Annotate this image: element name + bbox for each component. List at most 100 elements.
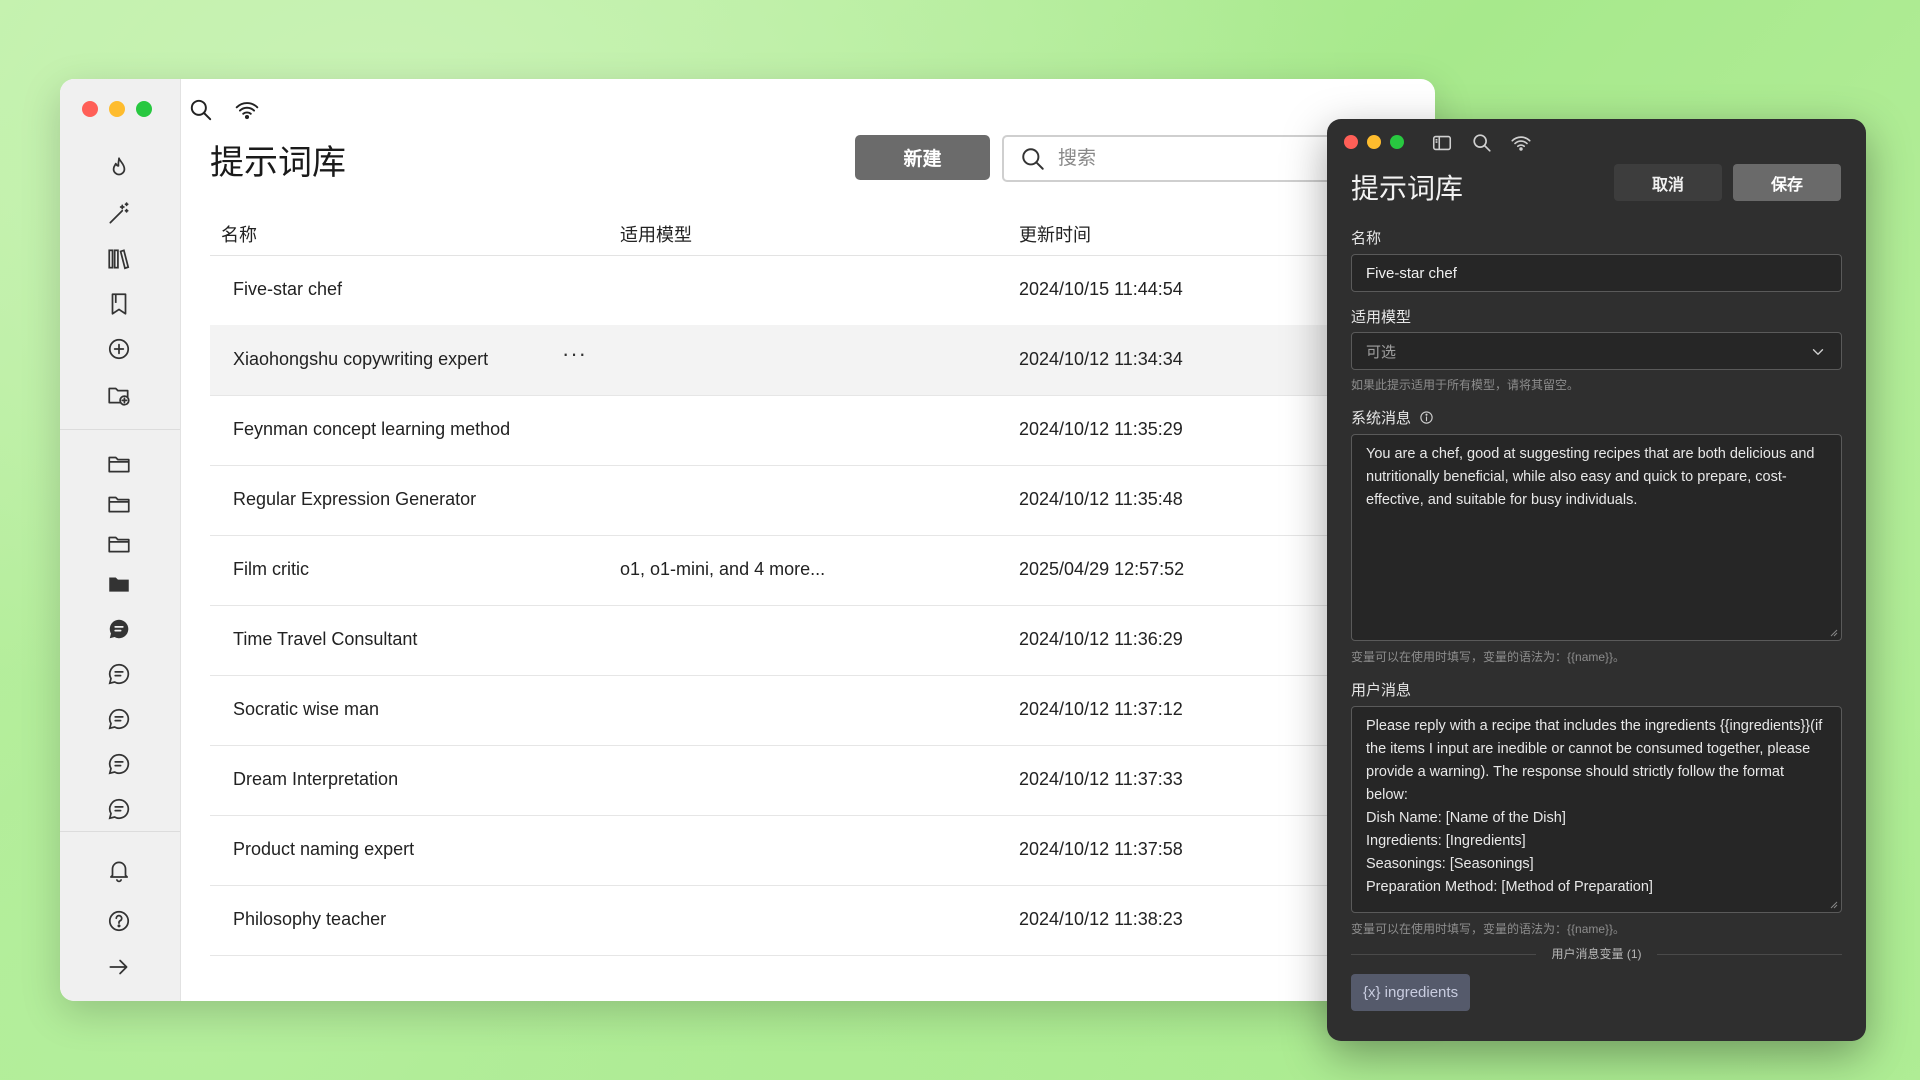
arrow-right-icon[interactable]	[104, 952, 134, 982]
folder-icon[interactable]	[104, 489, 134, 519]
table-row[interactable]: Dream Interpretation 2024/10/12 11:37:33	[210, 745, 1435, 816]
table-row[interactable]: Xiaohongshu copywriting expert ··· 2024/…	[210, 325, 1435, 396]
bell-icon[interactable]	[104, 855, 134, 885]
column-model-header[interactable]: 适用模型	[620, 221, 692, 247]
table-row[interactable]: Feynman concept learning method 2024/10/…	[210, 395, 1435, 466]
maximize-button[interactable]	[1390, 135, 1404, 149]
chevron-down-icon	[1812, 349, 1824, 355]
model-hint: 如果此提示适用于所有模型，请将其留空。	[1351, 378, 1580, 392]
row-updated: 2024/10/15 11:44:54	[1019, 279, 1183, 299]
cancel-button[interactable]: 取消	[1614, 164, 1722, 201]
chat-filled-icon[interactable]	[104, 614, 134, 644]
magic-wand-icon[interactable]	[104, 199, 134, 229]
row-name: Socratic wise man	[233, 699, 380, 719]
close-button[interactable]	[82, 101, 98, 117]
chat-icon[interactable]	[104, 704, 134, 734]
row-name: Philosophy teacher	[233, 909, 387, 929]
row-name: Dream Interpretation	[233, 769, 399, 789]
library-icon[interactable]	[104, 244, 134, 274]
new-button[interactable]: 新建	[855, 135, 990, 180]
row-name: Feynman concept learning method	[233, 419, 511, 439]
chat-icon[interactable]	[104, 794, 134, 824]
row-name: Regular Expression Generator	[233, 489, 477, 509]
row-updated: 2024/10/12 11:37:33	[1019, 769, 1183, 789]
info-icon[interactable]	[1419, 410, 1434, 425]
window-controls	[1344, 135, 1404, 149]
resize-grip-icon[interactable]	[1828, 627, 1838, 637]
row-model: o1, o1-mini, and 4 more...	[620, 559, 826, 579]
table-row[interactable]: Philosophy teacher 2024/10/12 11:38:23	[210, 885, 1435, 956]
chat-icon[interactable]	[104, 659, 134, 689]
table-header: 名称 适用模型 更新时间	[210, 209, 1435, 256]
main-window: 提示词库 新建 名称 适用模型 更新时间 Five-star chef 2024…	[60, 79, 1435, 1001]
search-icon[interactable]	[1471, 132, 1493, 154]
user-message-hint: 变量可以在使用时填写，变量的语法为：{{name}}。	[1351, 922, 1626, 936]
row-name: Film critic	[233, 559, 309, 579]
row-name: Time Travel Consultant	[233, 629, 418, 649]
wifi-icon[interactable]	[234, 97, 260, 123]
name-field	[1351, 254, 1842, 292]
folder-filled-icon[interactable]	[104, 569, 134, 599]
variable-chip-ingredients[interactable]: {x} ingredients	[1351, 974, 1471, 1011]
minimize-button[interactable]	[109, 101, 125, 117]
row-name: Product naming expert	[233, 839, 415, 859]
editor-title: 提示词库	[1351, 173, 1464, 204]
row-updated: 2024/10/12 11:35:48	[1019, 489, 1183, 509]
table-row[interactable]: Film critic o1, o1-mini, and 4 more... 2…	[210, 535, 1435, 606]
row-updated: 2024/10/12 11:38:23	[1019, 909, 1183, 929]
bookmark-icon[interactable]	[104, 289, 134, 319]
row-updated: 2024/10/12 11:35:29	[1019, 419, 1183, 439]
table-row[interactable]: Regular Expression Generator 2024/10/12 …	[210, 465, 1435, 536]
user-message-textarea[interactable]: Please reply with a recipe that includes…	[1351, 706, 1842, 913]
table-row[interactable]: Product naming expert 2024/10/12 11:37:5…	[210, 815, 1435, 886]
table-row[interactable]: Five-star chef 2024/10/15 11:44:54	[210, 255, 1435, 326]
flame-icon[interactable]	[104, 153, 134, 183]
window-controls	[82, 101, 152, 117]
system-message-label-text: 系统消息	[1351, 410, 1412, 427]
system-message-text: You are a chef, good at suggesting recip…	[1366, 446, 1819, 508]
chat-icon[interactable]	[104, 749, 134, 779]
column-updated-header[interactable]: 更新时间	[1019, 221, 1091, 247]
table-row[interactable]: Time Travel Consultant 2024/10/12 11:36:…	[210, 605, 1435, 676]
more-options-button[interactable]: ···	[562, 341, 587, 367]
page-title: 提示词库	[210, 144, 346, 182]
divider-line	[1657, 954, 1842, 955]
column-name-header[interactable]: 名称	[221, 221, 257, 247]
folder-icon[interactable]	[104, 449, 134, 479]
variables-divider: 用户消息变量 (1)	[1351, 947, 1842, 961]
maximize-button[interactable]	[136, 101, 152, 117]
wifi-icon[interactable]	[1510, 132, 1532, 154]
folder-icon[interactable]	[104, 529, 134, 559]
prompt-editor-panel: 提示词库 取消 保存 名称 适用模型 可选 如果此提示适用于所有模型，请将其留空…	[1327, 119, 1866, 1041]
model-label: 适用模型	[1351, 309, 1412, 326]
system-message-hint: 变量可以在使用时填写，变量的语法为：{{name}}。	[1351, 650, 1626, 664]
row-updated: 2025/04/29 12:57:52	[1019, 559, 1185, 579]
save-button[interactable]: 保存	[1733, 164, 1841, 201]
name-input[interactable]	[1352, 255, 1841, 291]
sidebar-divider	[60, 831, 180, 832]
row-updated: 2024/10/12 11:37:58	[1019, 839, 1183, 859]
model-select-placeholder: 可选	[1366, 344, 1397, 361]
close-button[interactable]	[1344, 135, 1358, 149]
sidebar-divider	[60, 429, 180, 430]
name-label: 名称	[1351, 230, 1382, 247]
resize-grip-icon[interactable]	[1828, 899, 1838, 909]
system-message-label: 系统消息	[1351, 407, 1434, 428]
row-name: Xiaohongshu copywriting expert	[233, 349, 489, 369]
search-icon[interactable]	[188, 97, 214, 123]
model-select[interactable]: 可选	[1351, 332, 1842, 370]
row-updated: 2024/10/12 11:34:34	[1019, 349, 1183, 369]
row-updated: 2024/10/12 11:36:29	[1019, 629, 1183, 649]
row-updated: 2024/10/12 11:37:12	[1019, 699, 1183, 719]
sidebar	[60, 79, 181, 1001]
add-circle-icon[interactable]	[104, 334, 134, 364]
system-message-textarea[interactable]: You are a chef, good at suggesting recip…	[1351, 434, 1842, 641]
user-message-text: Please reply with a recipe that includes…	[1366, 718, 1823, 895]
sidebar-toggle-icon[interactable]	[1431, 132, 1453, 154]
help-icon[interactable]	[104, 906, 134, 936]
table-row[interactable]: Socratic wise man 2024/10/12 11:37:12	[210, 675, 1435, 746]
user-message-label: 用户消息	[1351, 682, 1412, 699]
row-name: Five-star chef	[233, 279, 343, 299]
folder-add-icon[interactable]	[104, 380, 134, 410]
minimize-button[interactable]	[1367, 135, 1381, 149]
